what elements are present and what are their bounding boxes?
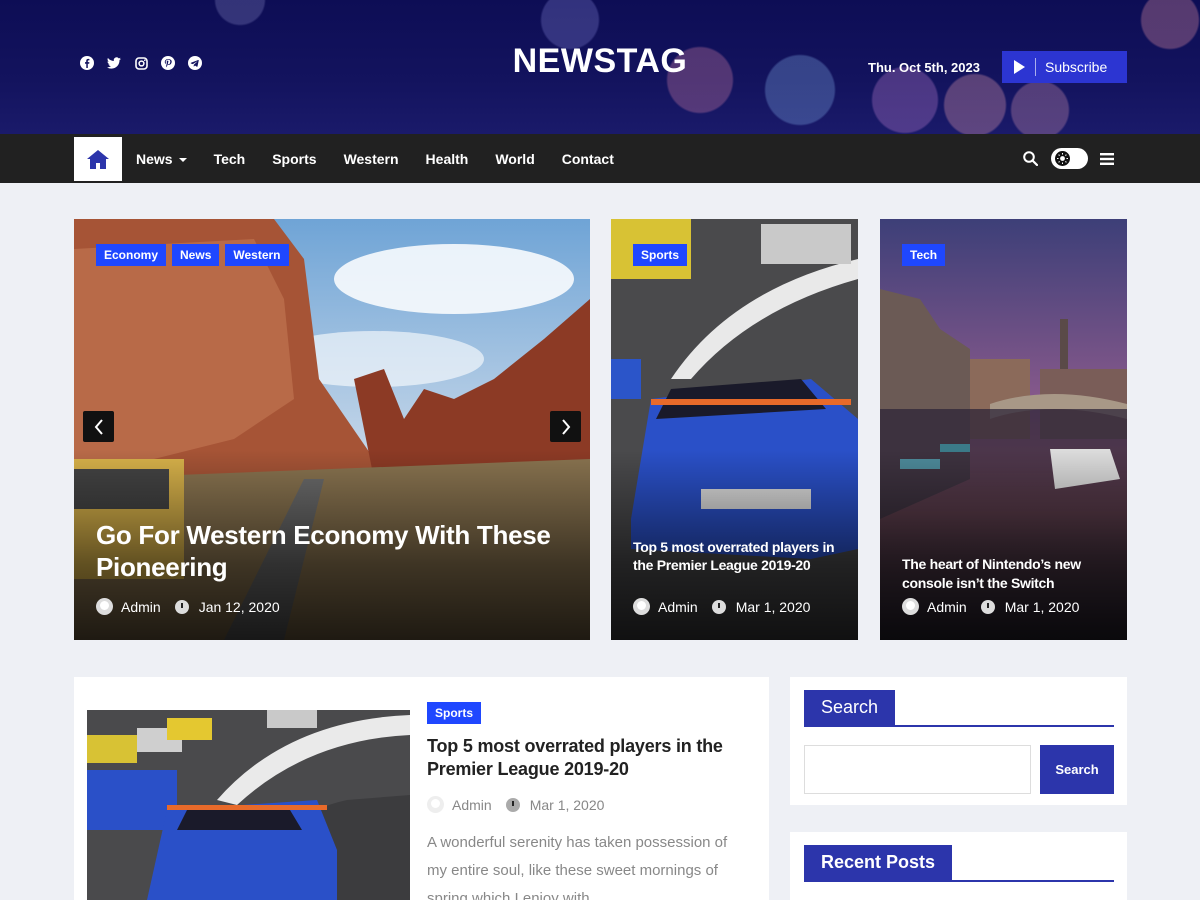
race-track-image bbox=[87, 710, 410, 900]
featured-card[interactable]: Sports Top 5 most overrated players in t… bbox=[611, 219, 858, 640]
card-title[interactable]: Top 5 most overrated players in the Prem… bbox=[633, 538, 843, 574]
main-nav: News Tech Sports Western Health World Co… bbox=[0, 134, 1200, 183]
post-list: Sports Top 5 most overrated players in t… bbox=[74, 677, 769, 900]
nav-item-sports[interactable]: Sports bbox=[272, 151, 316, 167]
featured-slider[interactable]: Economy News Western Go For Western Econ… bbox=[74, 219, 590, 640]
prev-slide-button[interactable] bbox=[83, 411, 114, 442]
category-tags: Economy News Western bbox=[96, 244, 289, 266]
next-slide-button[interactable] bbox=[550, 411, 581, 442]
recent-posts-widget: Recent Posts bbox=[790, 832, 1127, 900]
site-header: NEWSTAG Thu. Oct 5th, 2023 Subscribe bbox=[0, 0, 1200, 134]
nav-item-tech[interactable]: Tech bbox=[214, 151, 246, 167]
home-button[interactable] bbox=[74, 137, 122, 181]
post-date[interactable]: Mar 1, 2020 bbox=[530, 797, 605, 813]
post-author[interactable]: Admin bbox=[121, 599, 161, 615]
subscribe-label: Subscribe bbox=[1045, 59, 1108, 75]
avatar bbox=[633, 598, 650, 615]
post-meta: Admin Jan 12, 2020 bbox=[96, 598, 280, 615]
clock-icon bbox=[711, 599, 726, 614]
search-widget: Search Search bbox=[790, 677, 1127, 805]
post-excerpt: A wonderful serenity has taken possessio… bbox=[427, 834, 728, 900]
avatar bbox=[96, 598, 113, 615]
post-author[interactable]: Admin bbox=[927, 599, 967, 615]
post-date[interactable]: Jan 12, 2020 bbox=[199, 599, 280, 615]
search-button[interactable]: Search bbox=[1040, 745, 1114, 794]
avatar bbox=[902, 598, 919, 615]
nav-item-health[interactable]: Health bbox=[426, 151, 469, 167]
category-tag[interactable]: Sports bbox=[633, 244, 688, 266]
category-tag[interactable]: Economy bbox=[96, 244, 167, 266]
post-meta: Admin Mar 1, 2020 bbox=[633, 598, 810, 615]
widget-title-label: Recent Posts bbox=[804, 845, 953, 881]
category-tags: Sports bbox=[633, 244, 688, 266]
clock-icon bbox=[980, 599, 995, 614]
clock-icon bbox=[174, 599, 189, 614]
widget-title: Search bbox=[804, 690, 1114, 727]
post-meta: Admin Mar 1, 2020 bbox=[902, 598, 1079, 615]
post-date[interactable]: Mar 1, 2020 bbox=[736, 599, 811, 615]
nav-item-world[interactable]: World bbox=[495, 151, 534, 167]
chevron-right-icon bbox=[561, 418, 570, 435]
clock-icon bbox=[505, 797, 520, 812]
chevron-left-icon bbox=[94, 418, 103, 435]
nav-item-news[interactable]: News bbox=[136, 151, 187, 167]
category-tag[interactable]: Tech bbox=[902, 244, 946, 266]
avatar bbox=[427, 796, 444, 813]
search-input[interactable] bbox=[804, 745, 1031, 794]
nav-menu: News Tech Sports Western Health World Co… bbox=[136, 134, 614, 183]
nav-item-label: News bbox=[136, 150, 173, 167]
category-tags: Tech bbox=[902, 244, 946, 266]
nav-item-western[interactable]: Western bbox=[344, 151, 399, 167]
featured-title[interactable]: Go For Western Economy With These Pionee… bbox=[96, 519, 566, 583]
widget-title: Recent Posts bbox=[804, 845, 1114, 882]
category-tag[interactable]: Sports bbox=[427, 702, 482, 724]
chevron-down-icon bbox=[178, 157, 187, 162]
search-icon[interactable] bbox=[1023, 151, 1039, 171]
widget-title-label: Search bbox=[804, 690, 896, 726]
post-date[interactable]: Mar 1, 2020 bbox=[1005, 599, 1080, 615]
post-author[interactable]: Admin bbox=[452, 797, 492, 813]
category-tag[interactable]: News bbox=[172, 244, 220, 266]
subscribe-button[interactable]: Subscribe bbox=[1002, 51, 1127, 83]
sun-icon bbox=[1055, 151, 1070, 166]
play-icon bbox=[1002, 58, 1036, 76]
post-thumbnail[interactable] bbox=[87, 710, 410, 900]
menu-icon[interactable] bbox=[1100, 152, 1114, 170]
header-date: Thu. Oct 5th, 2023 bbox=[868, 60, 980, 75]
post-meta: Admin Mar 1, 2020 bbox=[427, 796, 604, 813]
category-tag[interactable]: Western bbox=[225, 244, 289, 266]
theme-toggle[interactable] bbox=[1051, 148, 1088, 169]
featured-card[interactable]: Tech The heart of Nintendo’s new console… bbox=[880, 219, 1127, 640]
post-author[interactable]: Admin bbox=[658, 599, 698, 615]
post-title[interactable]: Top 5 most overrated players in the Prem… bbox=[427, 735, 747, 781]
card-title[interactable]: The heart of Nintendo’s new console isn’… bbox=[902, 555, 1117, 593]
nav-item-contact[interactable]: Contact bbox=[562, 151, 614, 167]
home-icon bbox=[87, 149, 109, 169]
